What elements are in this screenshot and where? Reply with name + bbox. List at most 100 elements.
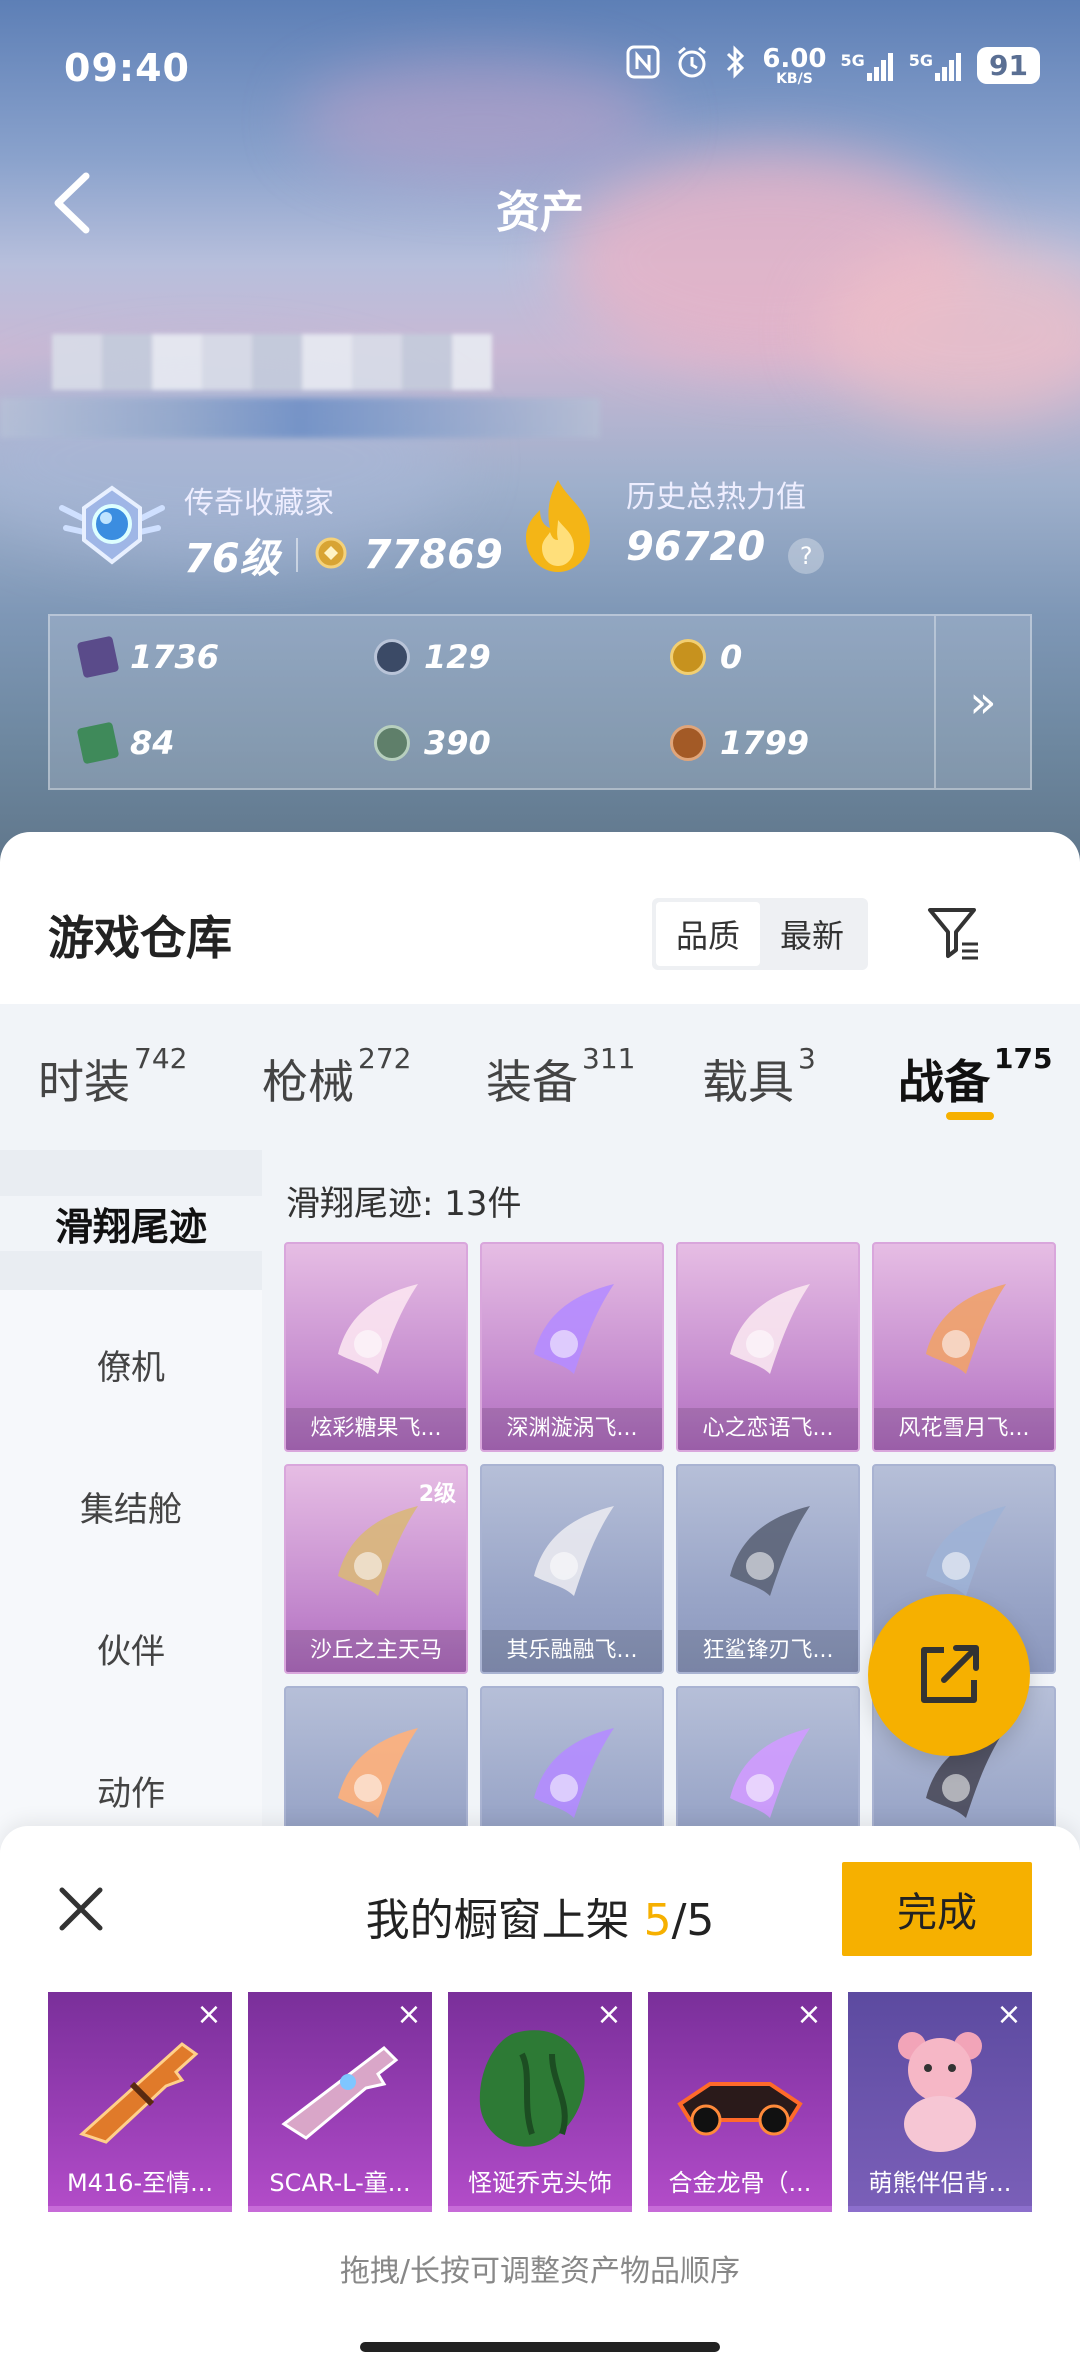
showcase-item-name: SCAR-L-童... [269, 2169, 411, 2197]
resource-item: 1799 [670, 724, 809, 762]
filter-button[interactable] [924, 902, 984, 962]
signal-icon: 5G [909, 51, 963, 81]
collector-label: 传奇收藏家 [184, 486, 334, 521]
pegasus-art [328, 1496, 428, 1606]
remove-item-button[interactable]: × [192, 1998, 226, 2032]
gold-coin-icon [670, 639, 706, 675]
collector-points: 77869 [363, 532, 503, 578]
tab-fashion[interactable]: 时装 742 [38, 1042, 187, 1112]
subcategory-sidebar: 滑翔尾迹 僚机 集结舱 伙伴 动作 [0, 1150, 262, 1850]
bear-backpack-art [872, 2024, 1008, 2154]
resource-item: 1736 [76, 635, 219, 679]
showcase-item[interactable]: × M416-至情... [48, 1992, 232, 2212]
collector-stats: 传奇收藏家 76级 77869 [184, 478, 503, 584]
username-blurred [52, 334, 492, 390]
showcase-item-name: 怪诞乔克头饰 [468, 2169, 612, 2197]
smoke-trail-art [328, 1718, 428, 1828]
item-card[interactable]: 炫彩糖果飞... [284, 1242, 468, 1452]
rifle-art [72, 2024, 208, 2154]
tab-label: 战备 [898, 1055, 990, 1109]
resource-item: 84 [76, 721, 175, 765]
remove-item-button[interactable]: × [592, 1998, 626, 2032]
sort-quality-button[interactable]: 品质 [656, 902, 760, 966]
penguin-art [524, 1496, 624, 1606]
resource-value: 129 [424, 638, 491, 676]
tab-weapons[interactable]: 枪械 272 [262, 1042, 411, 1112]
tab-label: 时装 [38, 1055, 130, 1109]
dragon-art [916, 1496, 1016, 1606]
tab-combat-prep[interactable]: 战备 175 [898, 1042, 1052, 1112]
sort-latest-button[interactable]: 最新 [760, 902, 864, 966]
showcase-item[interactable]: × SCAR-L-童... [248, 1992, 432, 2212]
showcase-item[interactable]: × 萌熊伴侣背... [848, 1992, 1032, 2212]
item-card-name: 炫彩糖果飞... [286, 1408, 466, 1450]
sidebar-item-emote[interactable]: 动作 [0, 1766, 262, 1815]
green-coin-icon [374, 725, 410, 761]
showcase-item[interactable]: × 合金龙骨（... [648, 1992, 832, 2212]
resources-more-button[interactable]: » [934, 616, 1030, 788]
userid-blurred [0, 398, 600, 438]
sidebar-item-assembly-pod[interactable]: 集结舱 [0, 1482, 262, 1531]
smoke-trail-art [524, 1718, 624, 1828]
home-indicator[interactable] [360, 2342, 720, 2352]
smoke-trail-art [720, 1718, 820, 1828]
tab-vehicles[interactable]: 载具 3 [702, 1042, 816, 1112]
silver-coin-icon [374, 639, 410, 675]
bronze-coin-icon [670, 725, 706, 761]
item-card-name: 其乐融融飞... [482, 1630, 662, 1672]
vehicle-art [672, 2024, 808, 2154]
flame-icon [518, 476, 598, 576]
remove-item-button[interactable]: × [392, 1998, 426, 2032]
alarm-icon [674, 44, 710, 87]
item-card[interactable]: 其乐融融飞... [480, 1464, 664, 1674]
item-card[interactable]: 狂鲨锋刃飞... [676, 1464, 860, 1674]
bluetooth-icon [724, 44, 748, 87]
item-card[interactable]: 风花雪月飞... [872, 1242, 1056, 1452]
item-count: 滑翔尾迹: 13件 [286, 1184, 522, 1224]
item-card[interactable]: 深渊漩涡飞... [480, 1242, 664, 1452]
showcase-item-name: 合金龙骨（... [668, 2169, 812, 2197]
divider [295, 538, 298, 572]
category-tabs: 时装 742 枪械 272 装备 311 载具 3 战备 175 [0, 1004, 1080, 1150]
showcase-item-name: 萌熊伴侣背... [868, 2169, 1012, 2197]
remove-item-button[interactable]: × [992, 1998, 1026, 2032]
item-card-name: 狂鲨锋刃飞... [678, 1630, 858, 1672]
network-speed-value: 6.00 [762, 43, 827, 74]
sidebar-item-partner[interactable]: 伙伴 [0, 1624, 262, 1673]
battery-indicator: 91 [977, 47, 1040, 84]
item-card[interactable]: 心之恋语飞... [676, 1242, 860, 1452]
showcase-current: 5 [643, 1895, 672, 1946]
tab-equipment[interactable]: 装备 311 [486, 1042, 635, 1112]
resource-value: 84 [130, 724, 175, 762]
shark-art [720, 1496, 820, 1606]
status-icons: 6.00 KB/S 5G 5G 91 [626, 44, 1040, 87]
status-bar: 09:40 6.00 KB/S 5G 5G 91 [0, 0, 1080, 140]
item-card[interactable]: 2级 沙丘之主天马 [284, 1464, 468, 1674]
status-time: 09:40 [64, 46, 190, 90]
showcase-panel: 我的橱窗上架 5/5 完成 × M416-至情... × SCAR-L-童...… [0, 1826, 1080, 2377]
help-button[interactable]: ? [788, 537, 825, 574]
butterfly-art [720, 1274, 820, 1384]
heat-stats: 历史总热力值 96720 ? [626, 472, 825, 574]
ticket-icon [76, 721, 120, 765]
collector-level: 76级 [184, 536, 280, 582]
warehouse-title: 游戏仓库 [48, 911, 232, 965]
network-speed-unit: KB/S [776, 70, 813, 87]
tab-count: 742 [134, 1042, 188, 1075]
done-button[interactable]: 完成 [842, 1862, 1032, 1956]
resource-value: 1799 [720, 724, 810, 762]
rifle-art [272, 2024, 408, 2154]
share-button[interactable] [868, 1594, 1030, 1756]
showcase-item-name: M416-至情... [66, 2169, 214, 2197]
filter-icon [928, 908, 978, 960]
resource-item: 129 [374, 638, 491, 676]
sidebar-item-wingman[interactable]: 僚机 [0, 1340, 262, 1389]
page-title: 资产 [496, 187, 584, 238]
remove-item-button[interactable]: × [792, 1998, 826, 2032]
card-icon [76, 635, 120, 679]
sidebar-item-glide-trail[interactable]: 滑翔尾迹 [0, 1196, 262, 1251]
tab-count: 311 [582, 1042, 636, 1075]
tab-count: 272 [358, 1042, 412, 1075]
signal-label: 5G [840, 50, 865, 70]
showcase-item[interactable]: × 怪诞乔克头饰 [448, 1992, 632, 2212]
